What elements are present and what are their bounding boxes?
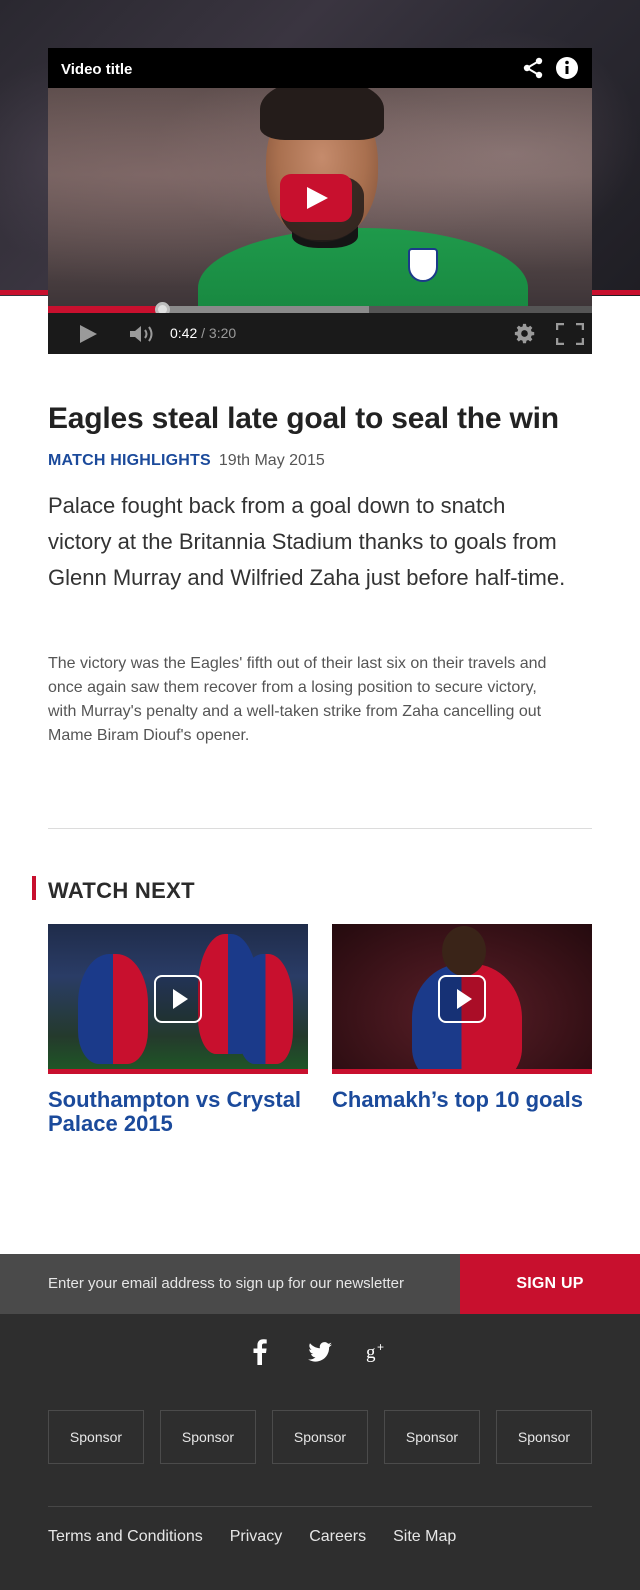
- play-icon[interactable]: [438, 975, 486, 1023]
- info-icon[interactable]: [555, 56, 579, 80]
- footer-links: Terms and Conditions Privacy Careers Site M…: [48, 1528, 483, 1546]
- progress-played: [48, 306, 163, 313]
- sponsor-slot[interactable]: Sponsor: [272, 1410, 368, 1464]
- sponsor-slot[interactable]: Sponsor: [48, 1410, 144, 1464]
- video-thumbnail[interactable]: [48, 924, 308, 1074]
- current-time: 0:42: [170, 325, 198, 341]
- footer-link-terms[interactable]: Terms and Conditions: [48, 1528, 203, 1545]
- progress-bar[interactable]: [48, 302, 592, 317]
- article-meta: MATCH HIGHLIGHTS 19th May 2015: [48, 452, 325, 470]
- big-play-button[interactable]: [280, 174, 352, 222]
- player-controls: 0:42 / 3:20: [48, 313, 592, 354]
- footer-link-privacy[interactable]: Privacy: [230, 1528, 282, 1545]
- watch-next-title[interactable]: Chamakh’s top 10 goals: [332, 1088, 592, 1112]
- video-frame[interactable]: [48, 88, 592, 306]
- google-plus-icon[interactable]: g +: [366, 1338, 394, 1366]
- play-icon[interactable]: [78, 324, 98, 344]
- newsletter-bar: Enter your email address to sign up for …: [0, 1254, 640, 1314]
- video-thumbnail[interactable]: [332, 924, 592, 1074]
- article-headline: Eagles steal late goal to seal the win: [48, 402, 559, 435]
- fullscreen-icon[interactable]: [556, 323, 584, 345]
- article-lead: Palace fought back from a goal down to s…: [48, 493, 566, 590]
- player-title-bar: Video title: [48, 48, 592, 88]
- category-link[interactable]: MATCH HIGHLIGHTS: [48, 452, 211, 469]
- watch-next-card[interactable]: Southampton vs Crystal Palace 2015: [48, 924, 308, 1136]
- sponsor-slot[interactable]: Sponsor: [160, 1410, 256, 1464]
- svg-text:+: +: [377, 1340, 384, 1354]
- footer-link-careers[interactable]: Careers: [309, 1528, 366, 1545]
- video-title: Video title: [61, 61, 133, 78]
- twitter-icon[interactable]: [306, 1338, 334, 1366]
- section-divider: [48, 828, 592, 829]
- club-crest-icon: [408, 248, 438, 282]
- footer-divider: [48, 1506, 592, 1507]
- duration: / 3:20: [201, 325, 237, 341]
- article-date: 19th May 2015: [218, 452, 325, 469]
- watch-next-card[interactable]: Chamakh’s top 10 goals: [332, 924, 592, 1112]
- article-body: The victory was the Eagles' fifth out of…: [48, 655, 547, 744]
- volume-icon[interactable]: [129, 324, 157, 344]
- facebook-icon[interactable]: [246, 1338, 274, 1366]
- page: Video title 0:42 / 3:20 Eagles steal lat…: [0, 0, 640, 1590]
- footer-link-sitemap[interactable]: Site Map: [393, 1528, 456, 1545]
- watch-next-heading: WATCH NEXT: [48, 878, 195, 903]
- watch-next-title[interactable]: Southampton vs Crystal Palace 2015: [48, 1088, 308, 1136]
- signup-button[interactable]: SIGN UP: [460, 1254, 640, 1314]
- video-player[interactable]: Video title 0:42 / 3:20: [48, 48, 592, 354]
- play-icon[interactable]: [154, 975, 202, 1023]
- watch-next-accent: [32, 876, 36, 900]
- gear-icon[interactable]: [514, 323, 535, 344]
- time-display: 0:42 / 3:20: [170, 325, 236, 341]
- sponsor-slot[interactable]: Sponsor: [496, 1410, 592, 1464]
- share-icon[interactable]: [522, 57, 544, 79]
- newsletter-email-input[interactable]: Enter your email address to sign up for …: [48, 1275, 404, 1292]
- sponsor-slot[interactable]: Sponsor: [384, 1410, 480, 1464]
- svg-text:g: g: [366, 1342, 376, 1363]
- footer: g + Sponsor Sponsor Sponsor Sponsor Spon…: [0, 1314, 640, 1590]
